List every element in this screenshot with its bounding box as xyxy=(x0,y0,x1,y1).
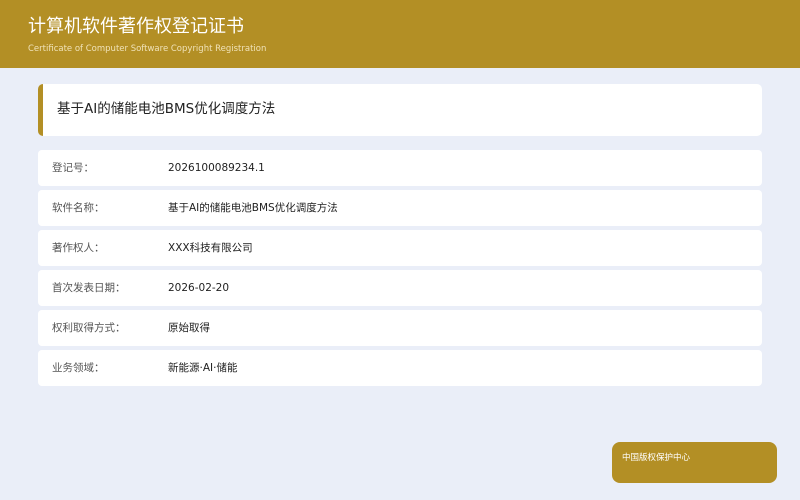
software-title-card: 基于AI的储能电池BMS优化调度方法 xyxy=(38,84,762,136)
field-label: 著作权人： xyxy=(52,242,105,254)
field-value: 原始取得 xyxy=(168,322,210,334)
field-label: 首次发表日期： xyxy=(52,282,126,294)
field-label: 权利取得方式： xyxy=(52,322,126,334)
field-label: 软件名称： xyxy=(52,202,105,214)
field-value: XXX科技有限公司 xyxy=(168,242,253,254)
field-value: 2026100089234.1 xyxy=(168,162,265,174)
field-value: 新能源·AI·储能 xyxy=(168,362,238,374)
field-value: 2026-02-20 xyxy=(168,282,230,294)
field-row-publication-date: 首次发表日期： 2026-02-20 xyxy=(38,270,762,306)
field-row-rights-acquisition: 权利取得方式： 原始取得 xyxy=(38,310,762,346)
field-row-copyright-owner: 著作权人： XXX科技有限公司 xyxy=(38,230,762,266)
field-row-software-name: 软件名称： 基于AI的储能电池BMS优化调度方法 xyxy=(38,190,762,226)
software-title: 基于AI的储能电池BMS优化调度方法 xyxy=(57,101,276,117)
field-label: 业务领域： xyxy=(52,362,105,374)
field-row-registration-number: 登记号： 2026100089234.1 xyxy=(38,150,762,186)
field-value: 基于AI的储能电池BMS优化调度方法 xyxy=(168,202,338,214)
field-row-business-domain: 业务领域： 新能源·AI·储能 xyxy=(38,350,762,386)
certificate-header: 计算机软件著作权登记证书 Certificate of Computer Sof… xyxy=(0,0,800,68)
certificate-subtitle: Certificate of Computer Software Copyrig… xyxy=(28,44,267,54)
certificate-title: 计算机软件著作权登记证书 xyxy=(28,16,244,37)
issuer-stamp: 中国版权保护中心 xyxy=(612,442,777,483)
field-label: 登记号： xyxy=(52,162,94,174)
issuer-name: 中国版权保护中心 xyxy=(622,453,691,463)
